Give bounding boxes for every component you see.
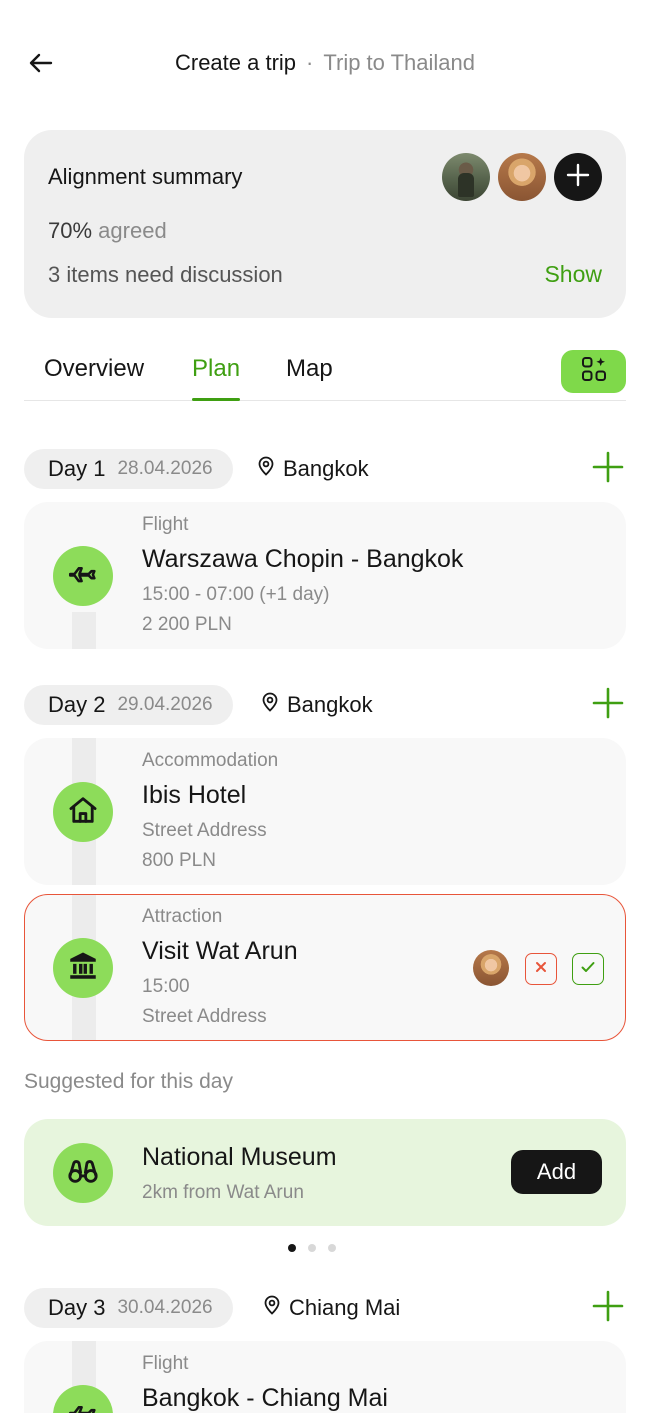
plane-icon <box>66 557 100 596</box>
location-pin-icon <box>257 456 275 482</box>
sparkle-grid-icon <box>580 355 608 388</box>
suggestion-name: National Museum <box>142 1143 337 1171</box>
home-icon <box>66 793 100 832</box>
item-icon-circle <box>53 1385 113 1413</box>
item-time: 15:00 <box>142 976 190 997</box>
item-type: Attraction <box>142 906 223 927</box>
day-label: Day 3 <box>48 1295 106 1320</box>
item-type: Flight <box>142 514 189 535</box>
participants <box>442 153 602 201</box>
item-icon-circle <box>53 938 113 998</box>
day-location[interactable]: Bangkok <box>257 456 369 482</box>
suggestion-card[interactable]: National Museum 2km from Wat Arun Add <box>24 1119 626 1226</box>
reject-button[interactable] <box>525 953 557 985</box>
agreed-label: agreed <box>98 218 167 243</box>
add-item-button[interactable] <box>590 1290 626 1326</box>
agreed-value: 70% <box>48 218 93 243</box>
tab-bar: Overview Plan Map <box>24 350 626 401</box>
item-type: Flight <box>142 1353 189 1374</box>
item-name: Warszawa Chopin - Bangkok <box>142 545 464 573</box>
itinerary-item-flight[interactable]: Flight Warszawa Chopin - Bangkok 15:00 -… <box>24 502 626 649</box>
temple-icon <box>66 949 100 988</box>
item-icon-circle <box>53 546 113 606</box>
header-subtitle: Trip to Thailand <box>323 50 476 75</box>
day-location[interactable]: Chiang Mai <box>263 1295 400 1321</box>
day-pill[interactable]: Day 2 29.04.2026 <box>24 685 233 725</box>
add-participant-button[interactable] <box>554 153 602 201</box>
day-header: Day 3 30.04.2026 Chiang Mai <box>24 1288 626 1328</box>
day-location[interactable]: Bangkok <box>261 692 373 718</box>
day-location-label: Chiang Mai <box>289 1295 401 1320</box>
itinerary-item-attraction[interactable]: Attraction Visit Wat Arun 15:00 Street A… <box>24 894 626 1041</box>
item-icon-circle <box>53 782 113 842</box>
agreed-percent: 70% agreed <box>48 218 167 244</box>
tab-overview[interactable]: Overview <box>44 355 144 383</box>
item-name: Ibis Hotel <box>142 781 247 809</box>
day-pill[interactable]: Day 3 30.04.2026 <box>24 1288 233 1328</box>
day-date: 28.04.2026 <box>117 458 213 479</box>
day-location-label: Bangkok <box>283 456 369 481</box>
day-pill[interactable]: Day 1 28.04.2026 <box>24 449 233 489</box>
itinerary-item-flight[interactable]: Flight Bangkok - Chiang Mai <box>24 1341 626 1413</box>
day-header: Day 1 28.04.2026 Bangkok <box>24 449 626 489</box>
approve-button[interactable] <box>572 953 604 985</box>
timeline-rail <box>72 612 96 649</box>
ai-suggest-button[interactable] <box>561 350 626 393</box>
page-dot[interactable] <box>308 1244 316 1252</box>
tab-map[interactable]: Map <box>286 355 333 383</box>
header-separator: · <box>306 50 314 75</box>
avatar[interactable] <box>442 153 490 201</box>
itinerary-item-accommodation[interactable]: Accommodation Ibis Hotel Street Address … <box>24 738 626 885</box>
item-price: 2 200 PLN <box>142 614 232 635</box>
add-item-button[interactable] <box>590 451 626 487</box>
day-date: 29.04.2026 <box>117 694 213 715</box>
summary-title: Alignment summary <box>48 164 243 189</box>
plus-icon <box>592 687 624 724</box>
active-tab-indicator <box>192 398 240 401</box>
item-price: 800 PLN <box>142 850 216 871</box>
item-type: Accommodation <box>142 750 279 771</box>
plus-icon <box>565 162 591 193</box>
day-label: Day 2 <box>48 692 106 717</box>
item-name: Visit Wat Arun <box>142 937 298 965</box>
item-icon-circle <box>53 1143 113 1203</box>
avatar[interactable] <box>498 153 546 201</box>
item-address: Street Address <box>142 820 267 841</box>
plus-icon <box>592 451 624 488</box>
binoculars-icon <box>66 1154 100 1193</box>
show-button[interactable]: Show <box>544 261 602 288</box>
add-item-button[interactable] <box>590 687 626 723</box>
page-title: Create a trip · Trip to Thailand <box>0 50 650 76</box>
plus-icon <box>592 1290 624 1327</box>
location-pin-icon <box>261 692 279 718</box>
close-icon <box>534 960 548 979</box>
suggested-heading: Suggested for this day <box>24 1070 233 1093</box>
header-title: Create a trip <box>174 50 297 75</box>
suggestion-distance: 2km from Wat Arun <box>142 1182 304 1203</box>
page-dot[interactable] <box>328 1244 336 1252</box>
page-dot-active[interactable] <box>288 1244 296 1252</box>
alignment-summary-card: Alignment summary 70% agreed 3 items nee… <box>24 130 626 318</box>
check-icon <box>580 960 596 979</box>
add-suggestion-button[interactable]: Add <box>511 1150 602 1194</box>
plane-icon <box>66 1396 100 1413</box>
item-time: 15:00 - 07:00 (+1 day) <box>142 584 330 605</box>
carousel-pagination <box>288 1244 336 1252</box>
day-header: Day 2 29.04.2026 Bangkok <box>24 685 626 725</box>
voter-avatar <box>473 950 509 986</box>
discussion-count: 3 items need discussion <box>48 262 283 287</box>
tab-plan[interactable]: Plan <box>192 355 240 383</box>
day-location-label: Bangkok <box>287 692 373 717</box>
day-date: 30.04.2026 <box>117 1297 213 1318</box>
item-address: Street Address <box>142 1006 267 1027</box>
item-name: Bangkok - Chiang Mai <box>142 1384 388 1412</box>
day-label: Day 1 <box>48 456 106 481</box>
location-pin-icon <box>263 1295 281 1321</box>
